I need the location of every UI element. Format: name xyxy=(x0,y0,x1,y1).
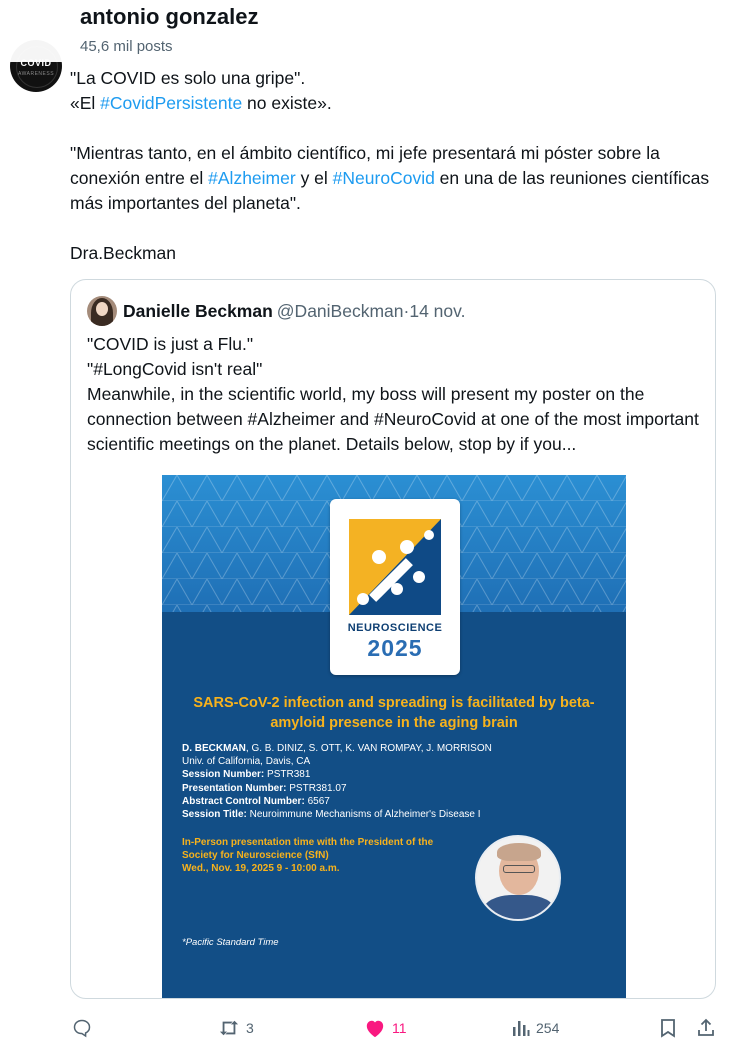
label: Abstract Control Number: xyxy=(182,795,305,807)
reply-button[interactable] xyxy=(72,1016,92,1040)
presentation-line: In-Person presentation time with the Pre… xyxy=(182,837,434,848)
tweet-line: "La COVID es solo una gripe". xyxy=(70,68,306,88)
presentation-time: In-Person presentation time with the Pre… xyxy=(182,836,482,875)
views-count: 254 xyxy=(536,1020,560,1036)
tweet-body: "La COVID es solo una gripe". «El #Covid… xyxy=(70,66,730,266)
tweet-line: «El #CovidPersistente no existe». xyxy=(70,91,730,116)
label: Session Title: xyxy=(182,809,247,821)
quoted-author-avatar[interactable] xyxy=(87,296,117,326)
quoted-author-handle[interactable]: @DaniBeckman xyxy=(277,301,404,322)
reply-icon xyxy=(73,1019,91,1038)
bookmark-button[interactable] xyxy=(659,1016,677,1040)
lead-author: D. BECKMAN xyxy=(182,743,246,754)
share-icon xyxy=(698,1018,714,1036)
poster-footnote: *Pacific Standard Time xyxy=(182,937,279,948)
poster-image[interactable]: NEUROSCIENCE 2025 SARS-CoV-2 infection a… xyxy=(162,475,626,998)
share-button[interactable] xyxy=(696,1016,716,1040)
repost-icon xyxy=(219,1020,239,1036)
quoted-author-name[interactable]: Danielle Beckman xyxy=(123,301,273,322)
heart-icon xyxy=(366,1020,384,1038)
like-count: 11 xyxy=(392,1020,407,1036)
poster-details: D. BECKMAN, G. B. DINIZ, S. OTT, K. VAN … xyxy=(182,742,612,821)
neuroscience-logo-icon xyxy=(349,519,441,615)
views-button[interactable]: 254 xyxy=(512,1016,559,1040)
quoted-tweet-date[interactable]: 14 nov. xyxy=(409,301,465,322)
hashtag-link[interactable]: #NeuroCovid xyxy=(333,168,435,188)
hashtag-link[interactable]: #Alzheimer xyxy=(208,168,296,188)
text: «El xyxy=(70,93,101,113)
avatar-sublabel: AWARENESS xyxy=(17,71,55,77)
text: no existe». xyxy=(242,93,332,113)
value: PSTR381 xyxy=(264,769,311,781)
value: Neuroimmune Mechanisms of Alzheimer's Di… xyxy=(246,809,481,821)
quoted-tweet-body: "COVID is just a Flu." "#LongCovid isn't… xyxy=(87,332,707,457)
like-button[interactable]: 11 xyxy=(364,1016,407,1040)
value: PSTR381.07 xyxy=(286,782,347,794)
quoted-tweet-header: Danielle Beckman @DaniBeckman · 14 nov. xyxy=(87,294,465,328)
abstract-number: Abstract Control Number: 6567 xyxy=(182,795,612,808)
value: 6567 xyxy=(304,795,330,807)
poster-authors: D. BECKMAN, G. B. DINIZ, S. OTT, K. VAN … xyxy=(182,742,612,755)
logo-word: NEUROSCIENCE xyxy=(347,622,443,634)
profile-header: antonio gonzalez 45,6 mil posts xyxy=(0,0,744,62)
quoted-paragraph: Meanwhile, in the scientific world, my b… xyxy=(87,384,699,454)
tweet-paragraph: "Mientras tanto, en el ámbito científico… xyxy=(70,141,730,216)
tweet-signature: Dra.Beckman xyxy=(70,243,177,263)
text: y el xyxy=(295,168,333,188)
session-number: Session Number: PSTR381 xyxy=(182,768,612,781)
quoted-line: "COVID is just a Flu." xyxy=(87,334,254,354)
post-count: 45,6 mil posts xyxy=(80,38,173,55)
presentation-line: Wed., Nov. 19, 2025 9 - 10:00 a.m. xyxy=(182,863,340,874)
co-authors: , G. B. DINIZ, S. OTT, K. VAN ROMPAY, J.… xyxy=(245,743,492,754)
logo-year: 2025 xyxy=(367,635,423,661)
neuroscience-logo: NEUROSCIENCE 2025 xyxy=(330,499,460,675)
label: Session Number: xyxy=(182,769,265,781)
hashtag-link[interactable]: #CovidPersistente xyxy=(100,93,242,113)
poster-title: SARS-CoV-2 infection and spreading is fa… xyxy=(193,695,595,731)
views-icon xyxy=(513,1021,530,1036)
repost-count: 3 xyxy=(246,1020,254,1036)
bookmark-icon xyxy=(661,1019,675,1038)
profile-name[interactable]: antonio gonzalez xyxy=(80,4,258,30)
presenter-photo xyxy=(475,835,561,921)
poster-affiliation: Univ. of California, Davis, CA xyxy=(182,756,311,768)
quoted-tweet[interactable]: Danielle Beckman @DaniBeckman · 14 nov. … xyxy=(70,279,716,999)
presentation-number: Presentation Number: PSTR381.07 xyxy=(182,782,612,795)
quoted-line: "#LongCovid isn't real" xyxy=(87,359,263,379)
action-bar: 3 11 254 xyxy=(0,1010,744,1044)
session-title: Session Title: Neuroimmune Mechanisms of… xyxy=(182,808,612,821)
presentation-line: Society for Neuroscience (SfN) xyxy=(182,850,329,861)
repost-button[interactable]: 3 xyxy=(218,1016,254,1040)
label: Presentation Number: xyxy=(182,782,287,794)
